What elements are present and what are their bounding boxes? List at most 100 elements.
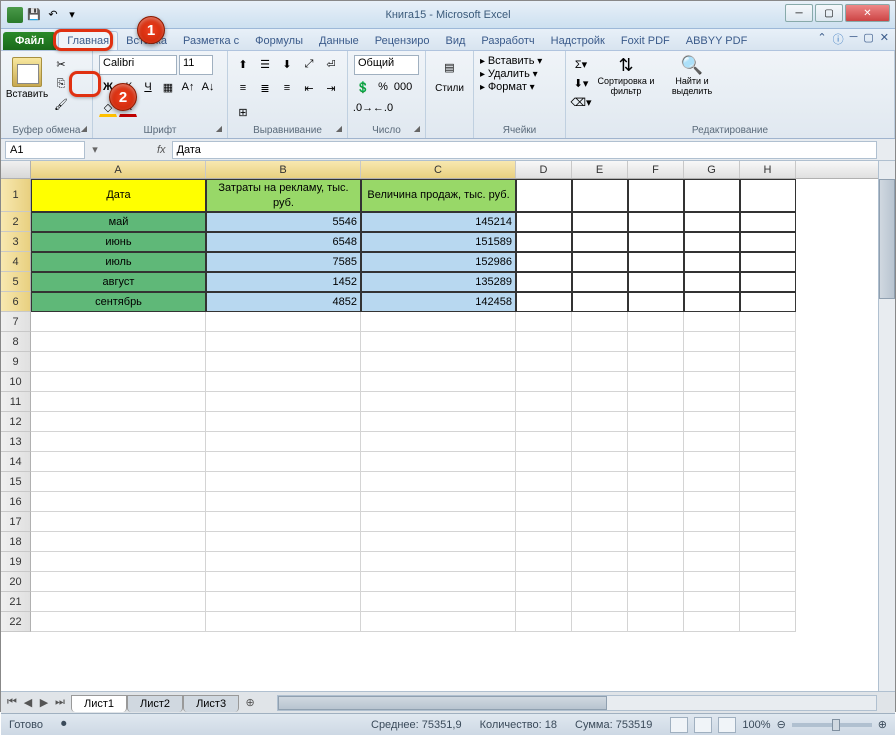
cell-c2[interactable]: 145214 xyxy=(361,212,516,232)
cell[interactable] xyxy=(740,352,796,372)
cell[interactable] xyxy=(31,452,206,472)
cell[interactable] xyxy=(684,272,740,292)
cell-b3[interactable]: 6548 xyxy=(206,232,361,252)
cell[interactable] xyxy=(31,612,206,632)
font-size-select[interactable]: 11 xyxy=(179,55,213,75)
col-header-g[interactable]: G xyxy=(684,161,740,178)
alignment-launcher[interactable]: ◢ xyxy=(333,124,345,136)
number-launcher[interactable]: ◢ xyxy=(411,124,423,136)
cell[interactable] xyxy=(628,472,684,492)
find-select-button[interactable]: 🔍 Найти и выделить xyxy=(662,55,722,123)
paste-button[interactable]: Вставить xyxy=(7,55,47,123)
merge-button[interactable]: ⊞ xyxy=(234,103,252,121)
cell[interactable] xyxy=(206,472,361,492)
cell[interactable] xyxy=(516,552,572,572)
cell[interactable] xyxy=(31,472,206,492)
cell[interactable] xyxy=(628,352,684,372)
cell[interactable] xyxy=(740,592,796,612)
cell[interactable] xyxy=(31,512,206,532)
cell[interactable] xyxy=(516,332,572,352)
cell-a5[interactable]: август xyxy=(31,272,206,292)
sheet-nav-next[interactable]: ▶ xyxy=(37,696,51,710)
decrease-font-button[interactable]: A↓ xyxy=(199,78,217,96)
font-launcher[interactable]: ◢ xyxy=(213,124,225,136)
comma-button[interactable]: 000 xyxy=(394,78,412,96)
row-header-13[interactable]: 13 xyxy=(1,432,31,452)
close-button[interactable]: ✕ xyxy=(845,4,890,22)
cell[interactable] xyxy=(206,372,361,392)
cell-c1[interactable]: Величина продаж, тыс. руб. xyxy=(361,179,516,212)
cell[interactable] xyxy=(628,179,684,212)
cell[interactable] xyxy=(740,612,796,632)
align-top-button[interactable]: ⬆ xyxy=(234,55,252,73)
cell[interactable] xyxy=(628,392,684,412)
cell[interactable] xyxy=(628,332,684,352)
cell[interactable] xyxy=(740,252,796,272)
view-normal-button[interactable] xyxy=(670,717,688,733)
align-right-button[interactable]: ≡ xyxy=(278,79,296,97)
increase-decimal-button[interactable]: .0→ xyxy=(354,99,372,117)
cell[interactable] xyxy=(516,372,572,392)
increase-indent-button[interactable]: ⇥ xyxy=(322,79,340,97)
cell-b4[interactable]: 7585 xyxy=(206,252,361,272)
fill-button[interactable]: ⬇▾ xyxy=(572,74,590,92)
cell[interactable] xyxy=(31,592,206,612)
align-bottom-button[interactable]: ⬇ xyxy=(278,55,296,73)
cell[interactable] xyxy=(572,492,628,512)
underline-button[interactable]: Ч xyxy=(139,78,157,96)
cell[interactable] xyxy=(31,412,206,432)
cell[interactable] xyxy=(516,252,572,272)
macro-record-icon[interactable]: ⏺ xyxy=(61,718,67,731)
formula-input[interactable]: Дата xyxy=(172,141,877,159)
cell[interactable] xyxy=(628,552,684,572)
cell[interactable] xyxy=(684,432,740,452)
row-header-6[interactable]: 6 xyxy=(1,292,31,312)
scroll-thumb[interactable] xyxy=(879,179,895,299)
cell[interactable] xyxy=(684,179,740,212)
cell[interactable] xyxy=(740,532,796,552)
cell[interactable] xyxy=(361,532,516,552)
cell[interactable] xyxy=(684,612,740,632)
cell[interactable] xyxy=(516,572,572,592)
col-header-h[interactable]: H xyxy=(740,161,796,178)
cell[interactable] xyxy=(31,572,206,592)
sheet-nav-prev[interactable]: ◀ xyxy=(21,696,35,710)
cell[interactable] xyxy=(740,179,796,212)
cell[interactable] xyxy=(740,312,796,332)
sheet-tab-3[interactable]: Лист3 xyxy=(183,695,239,712)
cell[interactable] xyxy=(740,552,796,572)
cell[interactable] xyxy=(361,332,516,352)
cell[interactable] xyxy=(516,179,572,212)
cut-button[interactable]: ✂ xyxy=(51,55,71,73)
row-header-12[interactable]: 12 xyxy=(1,412,31,432)
row-header-10[interactable]: 10 xyxy=(1,372,31,392)
cell[interactable] xyxy=(628,432,684,452)
row-header-5[interactable]: 5 xyxy=(1,272,31,292)
cell[interactable] xyxy=(572,432,628,452)
view-layout-button[interactable] xyxy=(694,717,712,733)
cell[interactable] xyxy=(740,412,796,432)
cell[interactable] xyxy=(572,372,628,392)
row-header-20[interactable]: 20 xyxy=(1,572,31,592)
cell[interactable] xyxy=(361,512,516,532)
zoom-out-button[interactable]: ⊖ xyxy=(777,718,786,731)
percent-button[interactable]: % xyxy=(374,78,392,96)
cell-c4[interactable]: 152986 xyxy=(361,252,516,272)
cell[interactable] xyxy=(361,432,516,452)
cell[interactable] xyxy=(740,452,796,472)
cell[interactable] xyxy=(684,452,740,472)
cell[interactable] xyxy=(516,272,572,292)
cell[interactable] xyxy=(206,532,361,552)
cell[interactable] xyxy=(572,532,628,552)
cell-a4[interactable]: июль xyxy=(31,252,206,272)
cell[interactable] xyxy=(684,412,740,432)
cell[interactable] xyxy=(684,352,740,372)
row-header-17[interactable]: 17 xyxy=(1,512,31,532)
cell[interactable] xyxy=(206,332,361,352)
row-header-1[interactable]: 1 xyxy=(1,179,31,212)
cell[interactable] xyxy=(516,472,572,492)
row-header-3[interactable]: 3 xyxy=(1,232,31,252)
cell[interactable] xyxy=(572,452,628,472)
cell[interactable] xyxy=(516,452,572,472)
cell[interactable] xyxy=(740,332,796,352)
